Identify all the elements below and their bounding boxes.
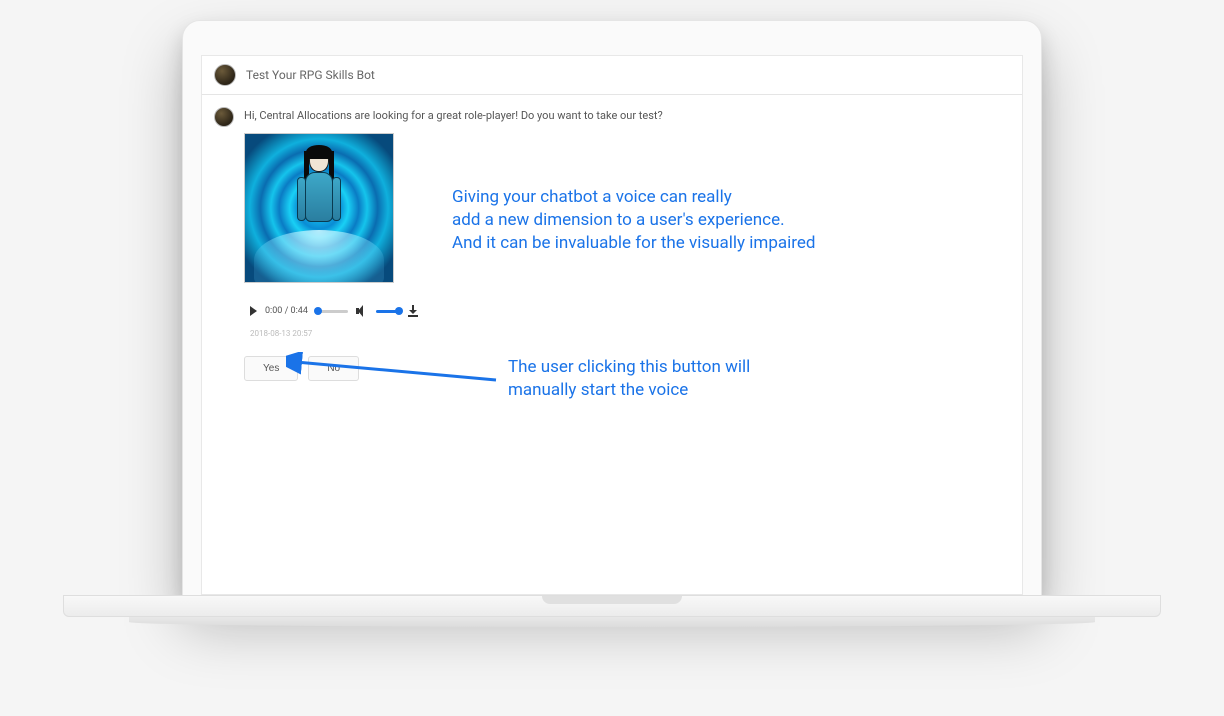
play-icon[interactable] <box>250 306 257 316</box>
bot-avatar-icon <box>214 64 236 86</box>
annotation-bottom: The user clicking this button will manua… <box>508 356 908 402</box>
chat-title: Test Your RPG Skills Bot <box>246 68 375 82</box>
laptop-base <box>63 595 1161 633</box>
no-button[interactable]: No <box>308 356 359 381</box>
app-screen: Test Your RPG Skills Bot Hi, Central All… <box>201 55 1023 595</box>
yes-button[interactable]: Yes <box>244 356 298 381</box>
chat-header: Test Your RPG Skills Bot <box>202 56 1022 95</box>
chat-message-row: Hi, Central Allocations are looking for … <box>202 95 1022 127</box>
chat-message-text: Hi, Central Allocations are looking for … <box>244 105 663 122</box>
message-timestamp: 2018-08-13 20:57 <box>250 329 1022 338</box>
audio-seek-track[interactable] <box>316 310 348 313</box>
annotation-top: Giving your chatbot a voice can really a… <box>452 186 932 255</box>
audio-time: 0:00 / 0:44 <box>265 306 308 316</box>
download-icon[interactable] <box>408 305 418 317</box>
chat-image <box>244 133 394 283</box>
chat-media-block: 0:00 / 0:44 2018-08-13 20:57 Yes No <box>244 133 1022 381</box>
bot-avatar-icon <box>214 107 234 127</box>
volume-icon[interactable] <box>356 305 368 317</box>
audio-player[interactable]: 0:00 / 0:44 <box>244 297 424 325</box>
laptop-mockup-frame: Test Your RPG Skills Bot Hi, Central All… <box>182 20 1042 596</box>
audio-seek-thumb[interactable] <box>314 307 322 315</box>
volume-slider[interactable] <box>376 310 400 313</box>
